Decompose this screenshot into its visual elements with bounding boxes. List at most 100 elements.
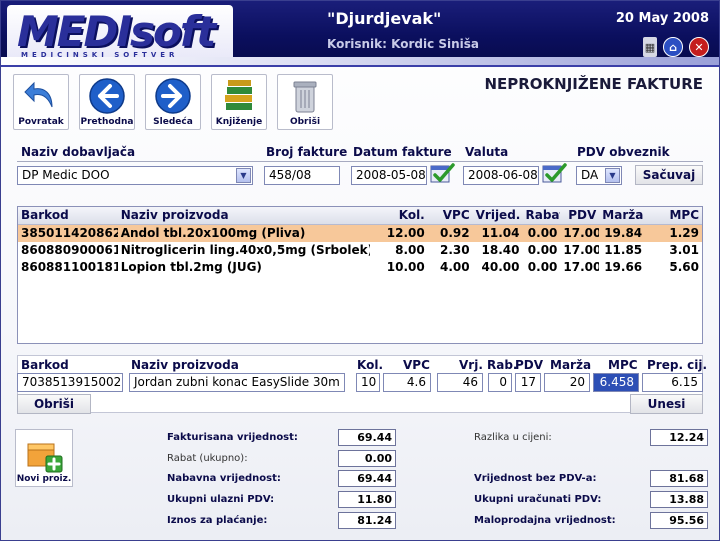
vat-payer-select[interactable]: DA ▼: [576, 166, 622, 185]
cell-value: 40.00: [481, 260, 520, 274]
entry-margin-input[interactable]: 20: [544, 373, 590, 392]
cell-quantity: 10.00: [386, 260, 425, 274]
new-product-button[interactable]: Novi proiz.: [15, 429, 73, 487]
amount-due-value: 81.24: [338, 512, 396, 529]
entry-qty-input[interactable]: 10: [356, 373, 380, 392]
cell-mpc: 3.01: [669, 243, 699, 257]
undo-arrow-icon: [22, 77, 60, 115]
entry-vpc-input[interactable]: 4.6: [383, 373, 431, 392]
entry-enter-button[interactable]: Unesi: [630, 394, 703, 414]
input-vat-value: 11.80: [338, 491, 396, 508]
currency-date-input[interactable]: 2008-06-08: [463, 166, 539, 185]
invoice-number-label: Broj fakture: [266, 145, 348, 159]
cell-margin: 19.66: [604, 260, 643, 274]
price-difference-value: 12.24: [650, 429, 708, 446]
current-user: Korisnik: Kordic Siniša: [327, 37, 480, 51]
cell-barcode: 8608809000614: [21, 243, 118, 257]
invoice-number-input[interactable]: 458/08: [264, 166, 340, 185]
col-margin[interactable]: Marža: [599, 207, 645, 224]
chevron-down-icon[interactable]: ▼: [605, 168, 620, 183]
logo: MEDIsoft MEDICINSKI SOFTVER: [7, 5, 233, 61]
entry-mpc-label: MPC: [608, 358, 638, 372]
purchase-value: 69.44: [338, 470, 396, 487]
cell-rabat: 0.00: [527, 226, 558, 240]
page-title: NEPROKNJIŽENE FAKTURE: [484, 75, 703, 93]
invoiced-value-label: Fakturisana vrijednost:: [167, 432, 298, 443]
amount-due-label: Iznos za plaćanje:: [167, 515, 268, 526]
new-product-label: Novi proiz.: [16, 474, 72, 484]
entry-rabat-input[interactable]: 0: [488, 373, 512, 392]
entry-prep-label: Prep. cij.: [647, 358, 708, 372]
entry-barcode-input[interactable]: 7038513915002: [17, 373, 123, 392]
cell-mpc: 5.60: [669, 260, 699, 274]
cell-pdv: 17.00: [563, 260, 600, 274]
post-label: Knjiženje: [215, 117, 263, 127]
entry-value-input[interactable]: 46: [437, 373, 483, 392]
table-row[interactable]: 8608809000614 Nitroglicerin ling.40x0,5m…: [18, 242, 702, 259]
arrow-left-icon: [88, 77, 126, 115]
entry-margin-label: Marža: [550, 358, 592, 372]
col-vpc[interactable]: VPC: [428, 207, 473, 224]
cell-value: 18.40: [481, 243, 520, 257]
table-row[interactable]: 8608811001814 Lopion tbl.2mg (JUG) 10.00…: [18, 259, 702, 276]
previous-button[interactable]: Prethodna: [79, 74, 135, 130]
purchase-value-label: Nabavna vrijednost:: [167, 473, 281, 484]
value-without-vat-label: Vrijednost bez PDV-a:: [474, 473, 597, 484]
back-button[interactable]: Povratak: [13, 74, 69, 130]
vat-payer-value: DA: [581, 168, 599, 182]
cell-rabat: 0.00: [527, 243, 558, 257]
currency-picker-check-icon[interactable]: [541, 162, 567, 184]
cell-quantity: 12.00: [386, 226, 425, 240]
invoice-date-input[interactable]: 2008-05-08: [351, 166, 427, 185]
header-stripe: [1, 57, 719, 65]
entry-name-input[interactable]: Jordan zubni konac EasySlide 30m (J: [129, 373, 345, 392]
entry-qty-label: Kol.: [357, 358, 384, 372]
previous-label: Prethodna: [80, 117, 134, 127]
post-button[interactable]: Knjiženje: [211, 74, 267, 130]
cell-quantity: 8.00: [395, 243, 425, 257]
current-date: 20 May 2008: [615, 11, 709, 26]
invoice-items-table: Barkod Naziv proizvoda Kol. VPC Vrijed. …: [17, 206, 703, 344]
cell-rabat: 0.00: [527, 260, 558, 274]
save-button[interactable]: Sačuvaj: [635, 165, 703, 185]
entry-prep-input[interactable]: 6.15: [642, 373, 703, 392]
chevron-down-icon[interactable]: ▼: [236, 168, 251, 183]
date-picker-check-icon[interactable]: [429, 162, 455, 184]
entry-vpc-label: VPC: [403, 358, 430, 372]
col-mpc[interactable]: MPC: [645, 207, 702, 224]
cell-barcode: 8608811001814: [21, 260, 118, 274]
entry-value-label: Vrj.: [459, 358, 483, 372]
cell-product-name: Lopion tbl.2mg (JUG): [120, 260, 262, 274]
col-barcode[interactable]: Barkod: [18, 207, 118, 224]
col-rabat[interactable]: Rabat: [522, 207, 560, 224]
logo-text: MEDIsoft: [17, 7, 216, 56]
calculator-icon[interactable]: ▦: [643, 37, 657, 57]
supplier-select[interactable]: DP Medic DOO ▼: [17, 166, 253, 185]
table-row[interactable]: 3850114208628 Andol tbl.20x100mg (Pliva)…: [18, 225, 702, 242]
pharmacy-title: "Djurdjevak": [327, 9, 442, 28]
col-value[interactable]: Vrijed.: [473, 207, 523, 224]
entry-mpc-input[interactable]: 6.458: [593, 373, 639, 392]
back-label: Povratak: [18, 117, 64, 127]
cell-margin: 11.85: [604, 243, 643, 257]
input-vat-label: Ukupni ulazni PDV:: [167, 494, 275, 505]
close-icon[interactable]: ✕: [689, 37, 709, 57]
next-label: Sledeća: [153, 117, 193, 127]
cell-mpc: 1.29: [669, 226, 699, 240]
calculated-vat-label: Ukupni uračunati PDV:: [474, 494, 602, 505]
home-icon[interactable]: ⌂: [663, 37, 683, 57]
entry-delete-button[interactable]: Obriši: [17, 394, 91, 414]
supplier-label: Naziv dobavljača: [21, 145, 136, 159]
cell-barcode: 3850114208628: [21, 226, 118, 240]
price-difference-label: Razlika u cijeni:: [474, 432, 552, 443]
next-button[interactable]: Sledeća: [145, 74, 201, 130]
entry-pdv-input[interactable]: 17: [515, 373, 541, 392]
col-quantity[interactable]: Kol.: [370, 207, 428, 224]
currency-date-label: Valuta: [465, 145, 509, 159]
col-product-name[interactable]: Naziv proizvoda: [118, 207, 370, 224]
delete-toolbar-button[interactable]: Obriši: [277, 74, 333, 130]
rabat-total-value: 0.00: [338, 450, 396, 467]
supplier-value: DP Medic DOO: [22, 168, 110, 182]
col-pdv[interactable]: PDV: [560, 207, 599, 224]
entry-barcode-label: Barkod: [21, 358, 69, 372]
